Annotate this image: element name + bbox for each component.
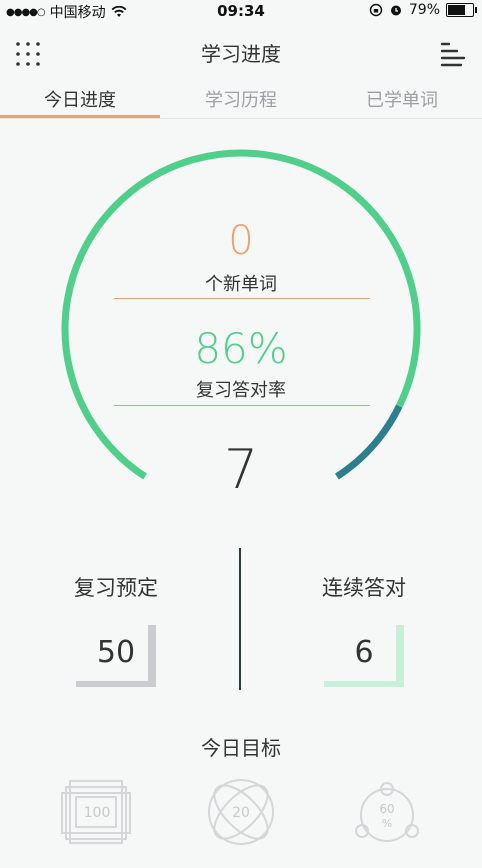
tab-learned-words[interactable]: 已学单词 bbox=[322, 86, 482, 112]
svg-text:%: % bbox=[382, 817, 392, 830]
new-words-count: 0 bbox=[228, 218, 254, 264]
alarm-icon bbox=[390, 5, 401, 16]
progress-arc-main bbox=[61, 149, 421, 480]
review-rate-value: 86% bbox=[194, 324, 288, 373]
tab-divider bbox=[0, 118, 482, 119]
review-scheduled-value: 50 bbox=[96, 635, 136, 670]
streak-label: 连续答对 bbox=[322, 576, 406, 600]
battery-icon bbox=[446, 3, 477, 17]
new-words-label: 个新单词 bbox=[205, 274, 277, 295]
review-rate-divider bbox=[114, 405, 370, 406]
status-right: 79% bbox=[369, 2, 477, 18]
svg-text:60: 60 bbox=[379, 802, 394, 816]
goal-20-icon[interactable]: 20 bbox=[204, 775, 278, 849]
streak-box: 6 bbox=[324, 625, 404, 687]
battery-percent: 79% bbox=[408, 2, 440, 18]
tab-today-progress[interactable]: 今日进度 bbox=[0, 86, 160, 112]
review-scheduled-box: 50 bbox=[76, 625, 156, 687]
rotation-lock-icon bbox=[369, 3, 383, 17]
review-scheduled-label: 复习预定 bbox=[74, 576, 158, 600]
svg-text:100: 100 bbox=[84, 805, 111, 821]
goal-100-words-icon[interactable]: 100 bbox=[60, 775, 134, 849]
menu-icon[interactable] bbox=[439, 40, 467, 68]
status-bar: ●●●●○ 中国移动 09:34 79% bbox=[0, 0, 482, 22]
svg-text:20: 20 bbox=[232, 805, 250, 821]
new-words-divider bbox=[114, 298, 370, 299]
page-title: 学习进度 bbox=[201, 42, 281, 66]
stats-divider bbox=[239, 548, 241, 690]
review-rate-label: 复习答对率 bbox=[196, 380, 286, 401]
goal-60-percent-icon[interactable]: 60 % bbox=[350, 775, 424, 849]
tab-study-history[interactable]: 学习历程 bbox=[161, 86, 321, 112]
daily-goal-title: 今日目标 bbox=[201, 736, 281, 760]
streak-value: 6 bbox=[354, 635, 374, 670]
day-number: 7 bbox=[223, 438, 259, 501]
